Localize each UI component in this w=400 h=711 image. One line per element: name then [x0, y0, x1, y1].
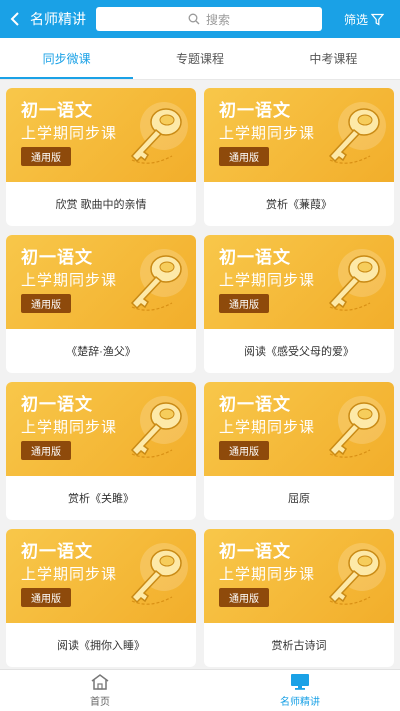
- course-title: 阅读《感受父母的爱》: [244, 346, 354, 358]
- course-thumbnail: 初一语文 上学期同步课 通用版: [204, 235, 394, 329]
- thumbnail-course-type: 上学期同步课: [219, 566, 316, 583]
- key-icon: [130, 396, 188, 458]
- edition-badge: 通用版: [219, 441, 269, 460]
- course-thumbnail: 初一语文 上学期同步课 通用版: [6, 235, 196, 329]
- thumbnail-subject: 初一语文: [21, 395, 93, 414]
- key-icon: [328, 102, 386, 164]
- filter-button[interactable]: 筛选: [344, 11, 385, 28]
- course-grid: 初一语文 上学期同步课 通用版 欣赏 歌曲中的亲情 初一语文 上学期同步课 通用…: [0, 80, 400, 669]
- course-card[interactable]: 初一语文 上学期同步课 通用版 赏析《关雎》: [6, 382, 196, 520]
- thumbnail-course-type: 上学期同步课: [219, 272, 316, 289]
- course-tabs: 同步微课 专题课程 中考课程: [0, 38, 400, 80]
- course-card[interactable]: 初一语文 上学期同步课 通用版 《楚辞·渔父》: [6, 235, 196, 373]
- course-thumbnail: 初一语文 上学期同步课 通用版: [6, 382, 196, 476]
- bottom-nav: 首页 名师精讲: [0, 669, 400, 711]
- back-button[interactable]: [0, 0, 30, 38]
- search-icon: [188, 13, 200, 25]
- app-header: 名师精讲 搜索 筛选: [0, 0, 400, 38]
- monitor-icon: [291, 674, 309, 690]
- thumbnail-subject: 初一语文: [21, 101, 93, 120]
- edition-badge: 通用版: [219, 147, 269, 166]
- course-card[interactable]: 初一语文 上学期同步课 通用版 欣赏 歌曲中的亲情: [6, 88, 196, 226]
- course-title: 《楚辞·渔父》: [66, 346, 136, 358]
- content-fade: [0, 589, 400, 669]
- nav-home-label: 首页: [90, 697, 110, 708]
- course-thumbnail: 初一语文 上学期同步课 通用版: [204, 88, 394, 182]
- thumbnail-subject: 初一语文: [21, 248, 93, 267]
- key-icon: [328, 249, 386, 311]
- search-placeholder: 搜索: [205, 12, 230, 27]
- page-title: 名师精讲: [30, 11, 86, 27]
- thumbnail-course-type: 上学期同步课: [21, 419, 118, 436]
- course-title: 欣赏 歌曲中的亲情: [55, 199, 147, 211]
- edition-badge: 通用版: [21, 147, 71, 166]
- filter-label: 筛选: [344, 12, 369, 27]
- key-icon: [130, 102, 188, 164]
- thumbnail-subject: 初一语文: [21, 542, 93, 561]
- filter-icon: [371, 13, 385, 26]
- thumbnail-course-type: 上学期同步课: [219, 125, 316, 142]
- tab-sync-micro[interactable]: 同步微课: [0, 38, 134, 79]
- course-title: 赏析《蒹葭》: [266, 199, 332, 211]
- key-icon: [328, 396, 386, 458]
- thumbnail-course-type: 上学期同步课: [219, 419, 316, 436]
- nav-home[interactable]: 首页: [0, 670, 200, 711]
- edition-badge: 通用版: [219, 294, 269, 313]
- thumbnail-course-type: 上学期同步课: [21, 125, 118, 142]
- back-arrow-icon: [10, 12, 19, 26]
- key-icon: [130, 249, 188, 311]
- thumbnail-subject: 初一语文: [219, 248, 291, 267]
- course-card[interactable]: 初一语文 上学期同步课 通用版 阅读《感受父母的爱》: [204, 235, 394, 373]
- course-thumbnail: 初一语文 上学期同步课 通用版: [6, 88, 196, 182]
- edition-badge: 通用版: [21, 294, 71, 313]
- edition-badge: 通用版: [21, 441, 71, 460]
- thumbnail-subject: 初一语文: [219, 101, 291, 120]
- course-title: 赏析《关雎》: [68, 493, 134, 505]
- home-icon: [91, 674, 109, 690]
- course-title: 屈原: [288, 493, 310, 505]
- thumbnail-subject: 初一语文: [219, 542, 291, 561]
- search-input[interactable]: 搜索: [96, 7, 322, 31]
- thumbnail-course-type: 上学期同步课: [21, 272, 118, 289]
- course-card[interactable]: 初一语文 上学期同步课 通用版 赏析《蒹葭》: [204, 88, 394, 226]
- tab-exam-course[interactable]: 中考课程: [267, 38, 400, 79]
- thumbnail-course-type: 上学期同步课: [21, 566, 118, 583]
- thumbnail-subject: 初一语文: [219, 395, 291, 414]
- nav-teacher-lectures-label: 名师精讲: [280, 697, 320, 708]
- tab-topic-course[interactable]: 专题课程: [133, 38, 266, 79]
- course-card[interactable]: 初一语文 上学期同步课 通用版 屈原: [204, 382, 394, 520]
- nav-teacher-lectures[interactable]: 名师精讲: [200, 670, 400, 711]
- course-thumbnail: 初一语文 上学期同步课 通用版: [204, 382, 394, 476]
